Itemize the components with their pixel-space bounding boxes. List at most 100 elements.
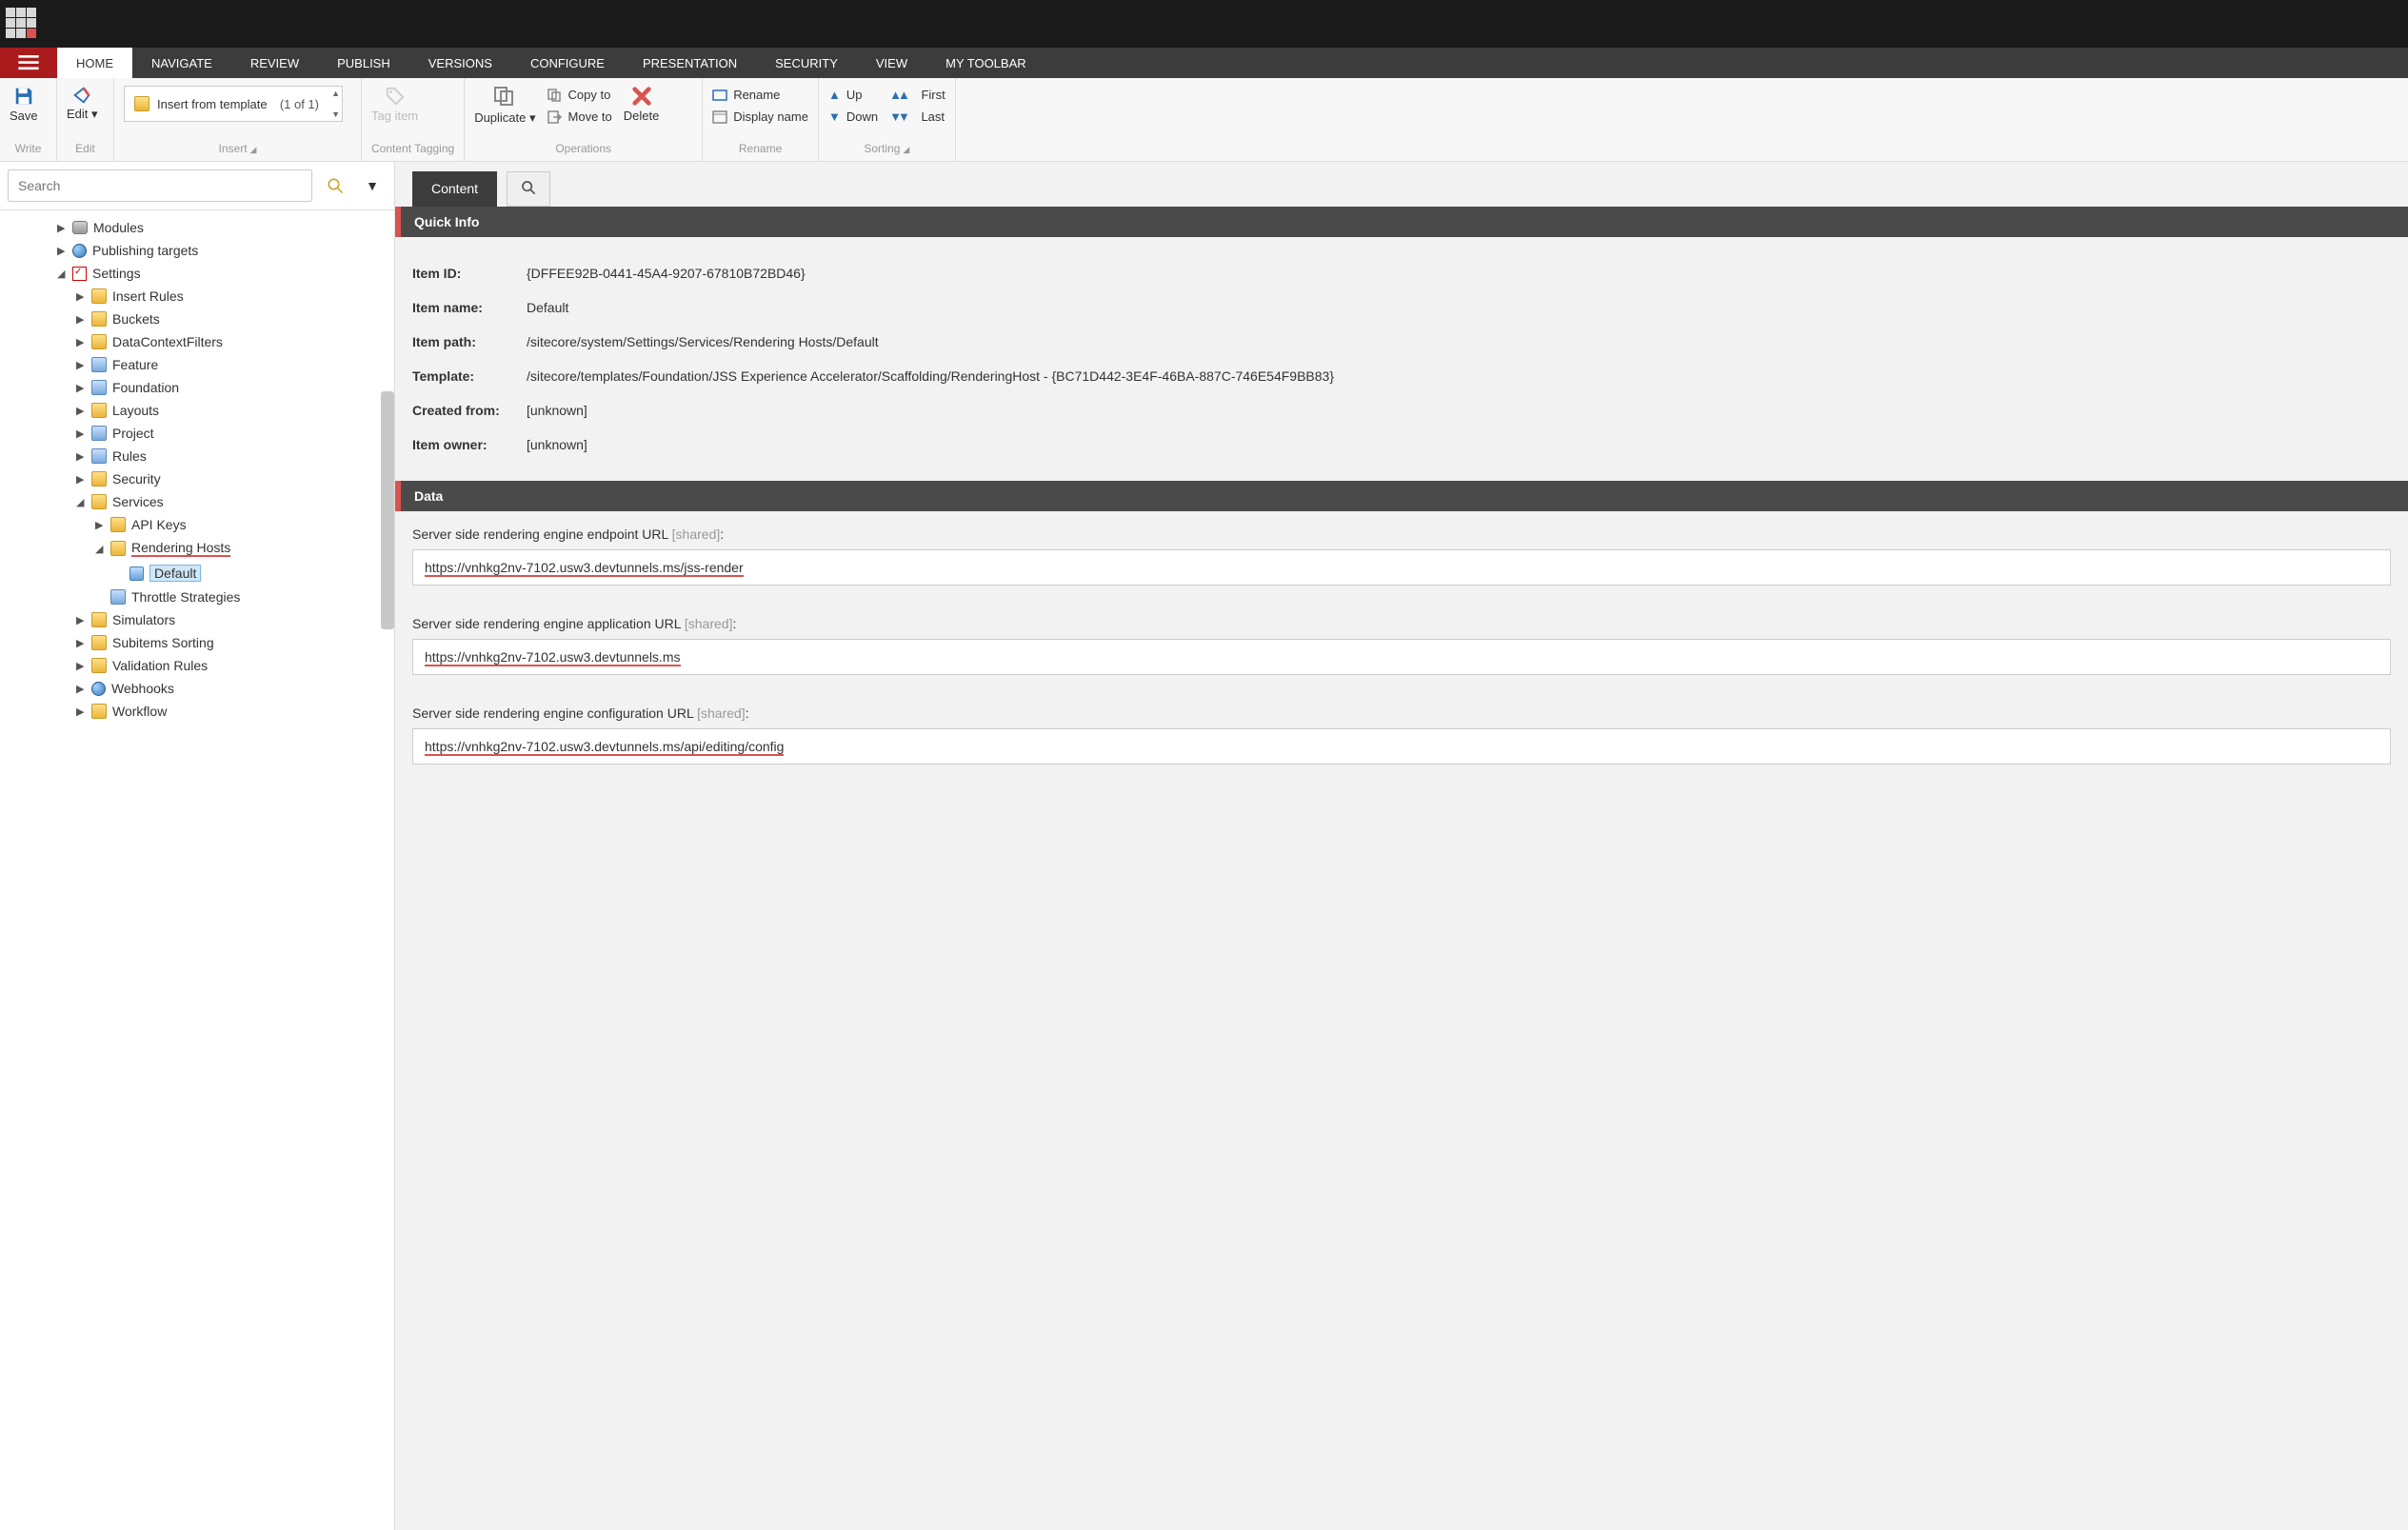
rename-button[interactable]: Rename [712,86,808,104]
delete-button[interactable]: Delete [624,86,660,123]
tree-project[interactable]: ▶Project [76,422,394,445]
tree-buckets[interactable]: ▶Buckets [76,308,394,330]
content-tree: ▶Modules ▶Publishing targets ◢Settings ▶… [0,210,394,1530]
search-input[interactable] [8,169,312,202]
hamburger-menu-button[interactable] [0,48,57,78]
chevron-down-icon: ▼ [366,178,379,193]
copy-label: Copy to [568,88,611,102]
content-tab[interactable]: Content [412,171,497,207]
last-label: Last [921,109,945,124]
move-label: Move to [568,109,612,124]
field-app-input[interactable]: https://vnhkg2nv-7102.usw3.devtunnels.ms [412,639,2391,675]
owner-label: Item owner: [412,437,527,452]
tree-feature[interactable]: ▶Feature [76,353,394,376]
field-config-label: Server side rendering engine configurati… [412,705,2391,721]
tree-simulators[interactable]: ▶Simulators [76,608,394,631]
tab-publish[interactable]: PUBLISH [318,48,409,78]
folder-icon [91,658,107,673]
tree-api-keys[interactable]: ▶API Keys [95,513,394,536]
copy-to-button[interactable]: Copy to [547,86,612,104]
search-dropdown-button[interactable]: ▼ [358,169,387,202]
content-search-tab[interactable] [507,171,550,207]
host-icon [129,566,144,581]
tree-publishing-targets[interactable]: ▶Publishing targets [57,239,394,262]
rename-label: Rename [733,88,780,102]
tab-review[interactable]: REVIEW [231,48,318,78]
tree-modules[interactable]: ▶Modules [57,216,394,239]
field-app-label: Server side rendering engine application… [412,616,2391,631]
tree-datacontext[interactable]: ▶DataContextFilters [76,330,394,353]
duplicate-button[interactable]: Duplicate ▾ [474,86,535,126]
folder-icon [110,589,126,605]
tree-settings[interactable]: ◢Settings [57,262,394,285]
tag-item-button[interactable]: Tag item [371,86,418,123]
tab-view[interactable]: VIEW [857,48,926,78]
tab-mytoolbar[interactable]: MY TOOLBAR [926,48,1045,78]
ribbon-group-insert: Insert from template (1 of 1) ▲▼ Insert◢ [114,78,362,161]
tree-rendering-hosts[interactable]: ◢Rendering Hosts [95,536,394,561]
field-endpoint-input[interactable]: https://vnhkg2nv-7102.usw3.devtunnels.ms… [412,549,2391,586]
search-icon [521,180,536,195]
tab-security[interactable]: SECURITY [756,48,857,78]
insert-group-label: Insert◢ [124,142,351,157]
tree-insert-rules[interactable]: ▶Insert Rules [76,285,394,308]
tab-versions[interactable]: VERSIONS [409,48,511,78]
item-name-value: Default [527,300,2391,315]
save-label: Save [10,109,38,123]
globe-icon [72,244,87,258]
up-button[interactable]: ▲Up [828,86,878,104]
field-config-input[interactable]: https://vnhkg2nv-7102.usw3.devtunnels.ms… [412,728,2391,765]
insert-count: (1 of 1) [280,97,332,111]
edit-icon [71,86,92,105]
item-name-label: Item name: [412,300,527,315]
tree-rules[interactable]: ▶Rules [76,445,394,467]
search-button[interactable] [316,169,354,202]
duplicate-icon [493,86,516,109]
insert-spinner[interactable]: ▲▼ [331,89,340,119]
tab-presentation[interactable]: PRESENTATION [624,48,756,78]
tab-configure[interactable]: CONFIGURE [511,48,624,78]
template-value: /sitecore/templates/Foundation/JSS Exper… [527,368,2391,384]
tree-foundation[interactable]: ▶Foundation [76,376,394,399]
edit-button[interactable]: Edit ▾ [67,86,98,122]
tree-webhooks[interactable]: ▶Webhooks [76,677,394,700]
save-button[interactable]: Save [10,86,38,123]
first-button[interactable]: ▲▲ First [889,86,945,104]
tree-services[interactable]: ◢Services [76,490,394,513]
display-name-button[interactable]: Display name [712,108,808,126]
down-button[interactable]: ▼ Down [828,108,878,126]
tree-security[interactable]: ▶Security [76,467,394,490]
data-section-header[interactable]: Data [395,481,2408,511]
tree-validation-rules[interactable]: ▶Validation Rules [76,654,394,677]
tab-navigate[interactable]: NAVIGATE [132,48,231,78]
down-label: Down [846,109,878,124]
tab-home[interactable]: HOME [57,48,132,78]
created-value: [unknown] [527,403,2391,418]
tagging-group-label: Content Tagging [371,142,454,157]
tree-default[interactable]: Default [114,561,394,586]
move-to-button[interactable]: Move to [547,108,612,126]
folder-icon [91,635,107,650]
last-button[interactable]: ▼▼ Last [889,108,945,126]
quick-info-header[interactable]: Quick Info [395,207,2408,237]
copy-icon [547,89,563,102]
write-group-label: Write [10,142,47,157]
top-bar [0,0,2408,48]
folder-icon [91,426,107,441]
insert-from-template-box[interactable]: Insert from template (1 of 1) ▲▼ [124,86,343,122]
scrollbar-thumb[interactable] [381,391,394,629]
insert-template-label: Insert from template [157,97,268,111]
delete-label: Delete [624,109,660,123]
tree-workflow[interactable]: ▶Workflow [76,700,394,723]
edit-group-label: Edit [67,142,104,157]
arrow-down-icon: ▼ [828,109,841,124]
up-label: Up [846,88,863,102]
folder-icon [91,704,107,719]
app-logo-icon[interactable] [6,8,38,40]
tree-layouts[interactable]: ▶Layouts [76,399,394,422]
field-endpoint-url: Server side rendering engine endpoint UR… [395,511,2408,601]
sorting-group-label: Sorting◢ [828,142,945,157]
quick-info-table: Item ID:{DFFEE92B-0441-45A4-9207-67810B7… [395,237,2408,481]
tree-throttle[interactable]: Throttle Strategies [95,586,394,608]
tree-subitems-sorting[interactable]: ▶Subitems Sorting [76,631,394,654]
